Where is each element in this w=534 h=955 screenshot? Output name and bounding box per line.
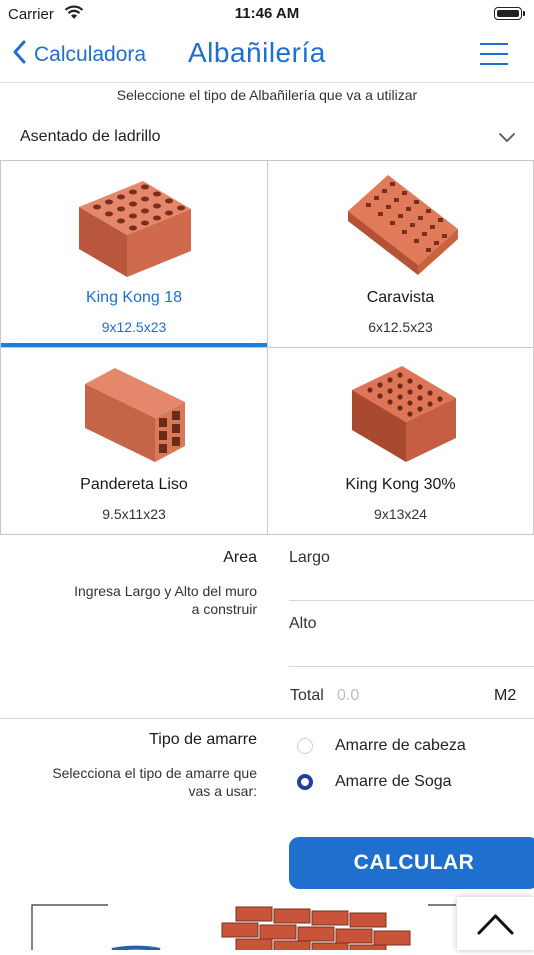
instruction-text: Seleccione el tipo de Albañilería que va… bbox=[116, 87, 418, 103]
amarre-hint-line1: Selecciona el tipo de amarre que bbox=[52, 765, 257, 781]
hamburger-menu-icon[interactable] bbox=[480, 43, 508, 65]
largo-input[interactable]: Largo bbox=[289, 549, 534, 599]
total-label: Total bbox=[290, 687, 324, 704]
brick-image bbox=[348, 175, 458, 275]
radio-button[interactable] bbox=[297, 738, 313, 754]
back-button[interactable]: Calculadora bbox=[12, 40, 146, 70]
total-unit: M2 bbox=[494, 687, 517, 704]
brick-option-caravista[interactable]: Caravista 6x12.5x23 bbox=[267, 160, 534, 348]
albanileria-type-dropdown[interactable]: Asentado de ladrillo bbox=[20, 128, 161, 146]
divider bbox=[0, 82, 534, 83]
status-bar: Carrier 11:46 AM bbox=[0, 0, 534, 28]
brick-option-pandereta-liso[interactable]: Pandereta Liso 9.5x11x23 bbox=[0, 347, 268, 535]
brick-dimensions: 9x12.5x23 bbox=[101, 319, 167, 335]
brick-dimensions: 9x13x24 bbox=[374, 506, 427, 522]
brick-image bbox=[352, 366, 456, 462]
battery-icon bbox=[494, 7, 525, 20]
brick-dimensions: 6x12.5x23 bbox=[368, 319, 433, 335]
radio-amarre-cabeza[interactable]: Amarre de cabeza bbox=[297, 737, 466, 755]
brick-dimensions: 9.5x11x23 bbox=[102, 506, 166, 522]
chevron-left-icon bbox=[12, 40, 26, 70]
page-title: Albañilería bbox=[188, 37, 326, 68]
brick-name: King Kong 30% bbox=[345, 476, 456, 493]
radio-button-checked[interactable] bbox=[297, 774, 313, 790]
amarre-hint-line2: vas a usar: bbox=[188, 783, 257, 799]
scroll-up-button[interactable] bbox=[457, 897, 534, 950]
brick-name: Caravista bbox=[366, 289, 435, 306]
brick-image bbox=[79, 181, 191, 277]
total-value: 0.0 bbox=[337, 687, 360, 704]
brick-option-king-kong-30[interactable]: King Kong 30% 9x13x24 bbox=[267, 347, 534, 535]
amarre-heading: Tipo de amarre bbox=[149, 731, 257, 748]
area-hint-line2: a construir bbox=[191, 601, 257, 617]
brick-image bbox=[85, 368, 185, 462]
brick-name: Pandereta Liso bbox=[80, 476, 188, 493]
clock: 11:46 AM bbox=[234, 5, 300, 22]
radio-label: Amarre de Soga bbox=[335, 773, 452, 790]
back-label: Calculadora bbox=[34, 43, 147, 66]
largo-underline bbox=[289, 600, 534, 601]
brick-name: King Kong 18 bbox=[85, 289, 183, 306]
section-divider bbox=[0, 718, 534, 719]
area-heading: Area bbox=[223, 549, 257, 566]
radio-amarre-soga[interactable]: Amarre de Soga bbox=[297, 773, 452, 791]
wall-illustration bbox=[31, 904, 456, 950]
brick-option-king-kong-18[interactable]: King Kong 18 9x12.5x23 bbox=[0, 160, 268, 348]
brick-grid: King Kong 18 9x12.5x23 Caravista 6x12.5x… bbox=[0, 160, 534, 535]
calcular-button[interactable]: CALCULAR bbox=[289, 837, 534, 889]
alto-underline bbox=[289, 666, 534, 667]
chevron-down-icon[interactable] bbox=[498, 131, 516, 149]
radio-label: Amarre de cabeza bbox=[335, 737, 466, 754]
area-hint-line1: Ingresa Largo y Alto del muro bbox=[74, 583, 257, 599]
chevron-up-icon bbox=[457, 914, 534, 954]
alto-input[interactable]: Alto bbox=[289, 615, 534, 665]
